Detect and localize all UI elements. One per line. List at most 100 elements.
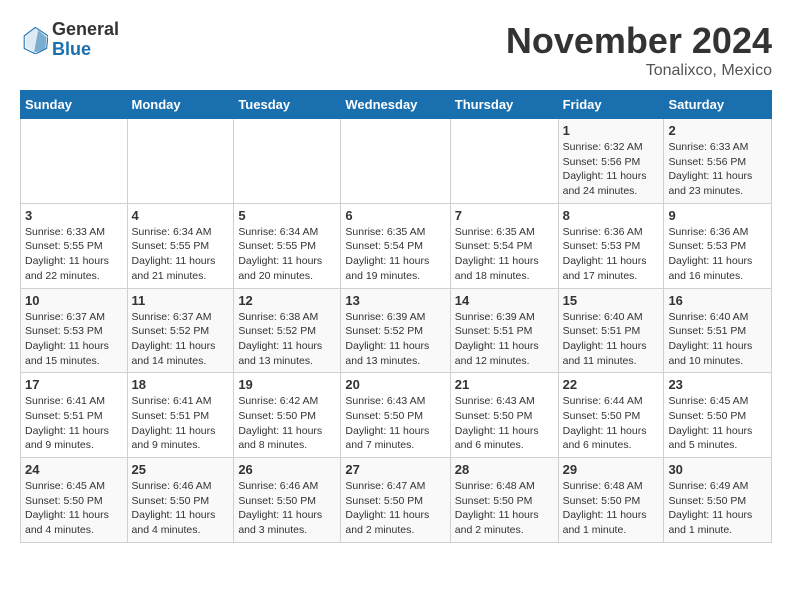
calendar-cell: 22 Sunrise: 6:44 AMSunset: 5:50 PMDayligh… [558,373,664,458]
day-number: 16 [668,293,767,308]
day-number: 7 [455,208,554,223]
calendar-cell: 11 Sunrise: 6:37 AMSunset: 5:52 PMDayligh… [127,288,234,373]
calendar-cell: 28Sunrise: 6:48 AMSunset: 5:50 PMDayligh… [450,458,558,543]
title-block: November 2024 Tonalixco, Mexico [506,20,772,80]
day-number: 13 [345,293,445,308]
calendar-cell: 19 Sunrise: 6:42 AMSunset: 5:50 PMDayligh… [234,373,341,458]
calendar-header: SundayMondayTuesdayWednesdayThursdayFrid… [21,91,772,119]
logo-text: General Blue [52,20,119,60]
logo: General Blue [20,20,119,60]
calendar-cell: 27 Sunrise: 6:47 AMSunset: 5:50 PMDayligh… [341,458,450,543]
day-info: Sunrise: 6:38 AMSunset: 5:52 PMDaylight:… [238,310,336,369]
calendar-cell: 10 Sunrise: 6:37 AMSunset: 5:53 PMDayligh… [21,288,128,373]
calendar-body: 1Sunrise: 6:32 AMSunset: 5:56 PMDaylight… [21,119,772,543]
calendar-cell: 1Sunrise: 6:32 AMSunset: 5:56 PMDaylight… [558,119,664,204]
day-info: Sunrise: 6:48 AMSunset: 5:50 PMDaylight:… [455,479,554,538]
day-info: Sunrise: 6:40 AMSunset: 5:51 PMDaylight:… [563,310,660,369]
calendar-cell: 26 Sunrise: 6:46 AMSunset: 5:50 PMDayligh… [234,458,341,543]
day-number: 29 [563,462,660,477]
day-info: Sunrise: 6:39 AMSunset: 5:51 PMDaylight:… [455,310,554,369]
calendar-cell: 17 Sunrise: 6:41 AMSunset: 5:51 PMDayligh… [21,373,128,458]
days-row: SundayMondayTuesdayWednesdayThursdayFrid… [21,91,772,119]
month-title: November 2024 [506,20,772,62]
calendar-cell: 21Sunrise: 6:43 AMSunset: 5:50 PMDayligh… [450,373,558,458]
day-info: Sunrise: 6:34 AMSunset: 5:55 PMDaylight:… [132,225,230,284]
day-number: 21 [455,377,554,392]
day-info: Sunrise: 6:33 AMSunset: 5:55 PMDaylight:… [25,225,123,284]
day-info: Sunrise: 6:43 AMSunset: 5:50 PMDaylight:… [345,394,445,453]
day-header-saturday: Saturday [664,91,772,119]
calendar-cell: 2 Sunrise: 6:33 AMSunset: 5:56 PMDaylight… [664,119,772,204]
day-number: 5 [238,208,336,223]
calendar-cell: 8 Sunrise: 6:36 AMSunset: 5:53 PMDaylight… [558,203,664,288]
calendar-cell: 13 Sunrise: 6:39 AMSunset: 5:52 PMDayligh… [341,288,450,373]
day-header-tuesday: Tuesday [234,91,341,119]
day-info: Sunrise: 6:47 AMSunset: 5:50 PMDaylight:… [345,479,445,538]
day-number: 9 [668,208,767,223]
day-number: 12 [238,293,336,308]
day-info: Sunrise: 6:36 AMSunset: 5:53 PMDaylight:… [563,225,660,284]
location: Tonalixco, Mexico [506,62,772,80]
day-info: Sunrise: 6:42 AMSunset: 5:50 PMDaylight:… [238,394,336,453]
calendar-cell [450,119,558,204]
day-info: Sunrise: 6:37 AMSunset: 5:52 PMDaylight:… [132,310,230,369]
calendar-cell [234,119,341,204]
calendar-cell: 29Sunrise: 6:48 AMSunset: 5:50 PMDayligh… [558,458,664,543]
day-number: 27 [345,462,445,477]
day-info: Sunrise: 6:36 AMSunset: 5:53 PMDaylight:… [668,225,767,284]
day-number: 19 [238,377,336,392]
day-info: Sunrise: 6:44 AMSunset: 5:50 PMDaylight:… [563,394,660,453]
day-header-thursday: Thursday [450,91,558,119]
day-number: 20 [345,377,445,392]
day-info: Sunrise: 6:35 AMSunset: 5:54 PMDaylight:… [455,225,554,284]
day-number: 11 [132,293,230,308]
day-info: Sunrise: 6:40 AMSunset: 5:51 PMDaylight:… [668,310,767,369]
day-number: 10 [25,293,123,308]
day-info: Sunrise: 6:41 AMSunset: 5:51 PMDaylight:… [132,394,230,453]
day-number: 2 [668,123,767,138]
day-number: 1 [563,123,660,138]
day-info: Sunrise: 6:34 AMSunset: 5:55 PMDaylight:… [238,225,336,284]
calendar-cell [21,119,128,204]
calendar-cell: 23Sunrise: 6:45 AMSunset: 5:50 PMDayligh… [664,373,772,458]
calendar-cell: 15Sunrise: 6:40 AMSunset: 5:51 PMDayligh… [558,288,664,373]
day-info: Sunrise: 6:39 AMSunset: 5:52 PMDaylight:… [345,310,445,369]
day-info: Sunrise: 6:46 AMSunset: 5:50 PMDaylight:… [238,479,336,538]
calendar-cell: 20 Sunrise: 6:43 AMSunset: 5:50 PMDayligh… [341,373,450,458]
day-number: 22 [563,377,660,392]
page-header: General Blue November 2024 Tonalixco, Me… [20,20,772,80]
calendar-cell: 14 Sunrise: 6:39 AMSunset: 5:51 PMDayligh… [450,288,558,373]
day-info: Sunrise: 6:33 AMSunset: 5:56 PMDaylight:… [668,140,767,199]
day-number: 4 [132,208,230,223]
day-number: 3 [25,208,123,223]
day-header-monday: Monday [127,91,234,119]
logo-general: General [52,19,119,39]
day-header-sunday: Sunday [21,91,128,119]
calendar-cell: 5 Sunrise: 6:34 AMSunset: 5:55 PMDaylight… [234,203,341,288]
week-row-5: 24Sunrise: 6:45 AMSunset: 5:50 PMDayligh… [21,458,772,543]
calendar-cell: 12 Sunrise: 6:38 AMSunset: 5:52 PMDayligh… [234,288,341,373]
calendar-cell: 24Sunrise: 6:45 AMSunset: 5:50 PMDayligh… [21,458,128,543]
calendar-cell: 4 Sunrise: 6:34 AMSunset: 5:55 PMDaylight… [127,203,234,288]
calendar-cell [341,119,450,204]
calendar-cell: 9 Sunrise: 6:36 AMSunset: 5:53 PMDaylight… [664,203,772,288]
generalblue-logo-icon [20,26,48,54]
calendar-cell: 25Sunrise: 6:46 AMSunset: 5:50 PMDayligh… [127,458,234,543]
week-row-4: 17 Sunrise: 6:41 AMSunset: 5:51 PMDayligh… [21,373,772,458]
day-info: Sunrise: 6:46 AMSunset: 5:50 PMDaylight:… [132,479,230,538]
calendar-cell: 18 Sunrise: 6:41 AMSunset: 5:51 PMDayligh… [127,373,234,458]
day-number: 18 [132,377,230,392]
day-number: 26 [238,462,336,477]
week-row-2: 3 Sunrise: 6:33 AMSunset: 5:55 PMDaylight… [21,203,772,288]
day-info: Sunrise: 6:37 AMSunset: 5:53 PMDaylight:… [25,310,123,369]
day-number: 17 [25,377,123,392]
day-number: 8 [563,208,660,223]
week-row-3: 10 Sunrise: 6:37 AMSunset: 5:53 PMDayligh… [21,288,772,373]
day-number: 24 [25,462,123,477]
calendar-cell: 16 Sunrise: 6:40 AMSunset: 5:51 PMDayligh… [664,288,772,373]
day-number: 14 [455,293,554,308]
day-info: Sunrise: 6:45 AMSunset: 5:50 PMDaylight:… [668,394,767,453]
calendar-cell: 30Sunrise: 6:49 AMSunset: 5:50 PMDayligh… [664,458,772,543]
day-info: Sunrise: 6:41 AMSunset: 5:51 PMDaylight:… [25,394,123,453]
day-number: 30 [668,462,767,477]
